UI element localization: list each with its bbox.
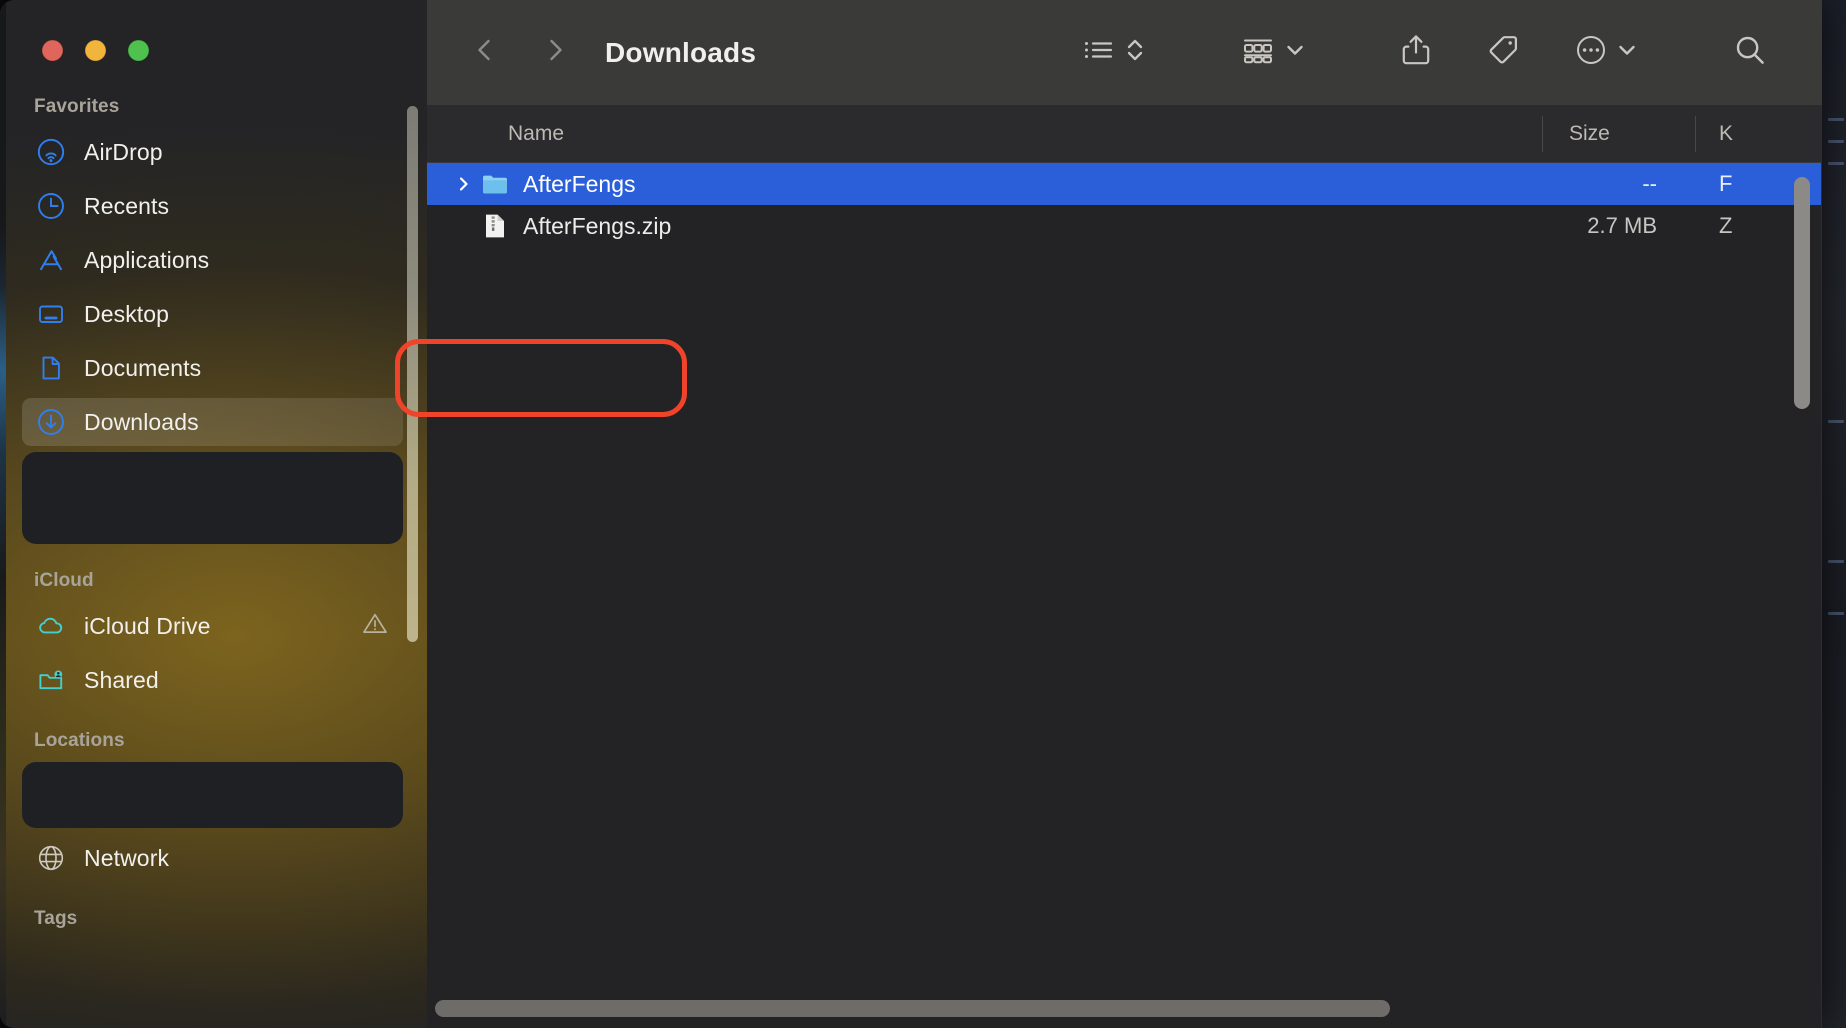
chevron-up-down-icon xyxy=(1124,34,1146,71)
annotation-highlight xyxy=(395,339,687,417)
sidebar: Favorites AirDrop xyxy=(0,0,427,1028)
window-controls[interactable] xyxy=(42,40,149,61)
file-kind: F xyxy=(1719,171,1732,197)
chevron-right-icon xyxy=(540,35,570,70)
sidebar-item-label: iCloud Drive xyxy=(84,613,210,640)
airdrop-icon xyxy=(36,137,66,167)
more-options-button[interactable] xyxy=(1560,25,1652,81)
clock-icon xyxy=(36,191,66,221)
sidebar-item-label: Downloads xyxy=(84,409,199,436)
sidebar-item-label: Shared xyxy=(84,667,159,694)
screen: Favorites AirDrop xyxy=(0,0,1846,1028)
zip-file-icon xyxy=(481,213,509,239)
minimize-button[interactable] xyxy=(85,40,106,61)
sidebar-item-label: Recents xyxy=(84,193,169,220)
share-button[interactable] xyxy=(1386,25,1446,81)
finder-window: Favorites AirDrop xyxy=(0,0,1822,1028)
sidebar-item-downloads[interactable]: Downloads xyxy=(22,398,403,446)
sidebar-item-label: Network xyxy=(84,845,169,872)
sidebar-item-desktop[interactable]: Desktop xyxy=(22,290,403,338)
chevron-down-icon xyxy=(1284,39,1306,66)
sidebar-section-tags-header: Tags xyxy=(0,908,427,930)
view-mode-button[interactable] xyxy=(1068,25,1160,81)
sidebar-placeholder-item[interactable] xyxy=(22,452,403,544)
table-row[interactable]: AfterFengs.zip 2.7 MB Z xyxy=(427,205,1822,247)
tag-button[interactable] xyxy=(1472,25,1534,81)
sidebar-placeholder-item[interactable] xyxy=(22,762,403,828)
back-button[interactable] xyxy=(461,29,509,77)
folder-icon xyxy=(481,173,509,195)
horizontal-scrollbar-thumb[interactable] xyxy=(435,1000,1390,1017)
sidebar-scroll-area: Favorites AirDrop xyxy=(0,96,427,1028)
share-icon xyxy=(1400,33,1432,72)
shared-folder-icon xyxy=(36,665,66,695)
warning-triangle-icon xyxy=(361,610,389,643)
close-button[interactable] xyxy=(42,40,63,61)
list-view-icon xyxy=(1082,35,1116,70)
column-header-name[interactable]: Name xyxy=(508,122,564,146)
column-header-size[interactable]: Size xyxy=(1569,122,1610,146)
sidebar-item-recents[interactable]: Recents xyxy=(22,182,403,230)
document-icon xyxy=(36,353,66,383)
sidebar-section-icloud-header: iCloud xyxy=(0,570,427,592)
applications-icon xyxy=(36,245,66,275)
desktop-background xyxy=(1822,0,1846,1028)
file-name: AfterFengs.zip xyxy=(523,213,671,240)
sidebar-item-airdrop[interactable]: AirDrop xyxy=(22,128,403,176)
sidebar-item-label: AirDrop xyxy=(84,139,163,166)
forward-button[interactable] xyxy=(531,29,579,77)
file-size: 2.7 MB xyxy=(1457,213,1657,239)
column-header-kind[interactable]: K xyxy=(1719,122,1733,146)
disclosure-chevron-icon[interactable] xyxy=(455,175,473,193)
sidebar-item-label: Documents xyxy=(84,355,201,382)
sidebar-section-favorites-header: Favorites xyxy=(0,96,427,118)
column-headers: Name Size K xyxy=(427,105,1822,163)
group-by-button[interactable] xyxy=(1226,25,1320,81)
desktop-icon xyxy=(36,299,66,329)
toolbar-actions xyxy=(1068,25,1822,81)
horizontal-scrollbar[interactable] xyxy=(427,990,1822,1028)
cloud-icon xyxy=(36,611,66,641)
file-name: AfterFengs xyxy=(523,171,636,198)
table-row[interactable]: AfterFengs -- F xyxy=(427,163,1822,205)
file-list: AfterFengs -- F xyxy=(427,163,1822,1028)
vertical-scrollbar-thumb[interactable] xyxy=(1794,177,1810,409)
maximize-button[interactable] xyxy=(128,40,149,61)
search-icon xyxy=(1732,32,1768,73)
chevron-left-icon xyxy=(470,35,500,70)
file-kind: Z xyxy=(1719,213,1732,239)
sidebar-item-network[interactable]: Network xyxy=(22,834,403,882)
sidebar-item-applications[interactable]: Applications xyxy=(22,236,403,284)
toolbar: Downloads xyxy=(427,0,1822,105)
page-title: Downloads xyxy=(605,37,756,69)
download-icon xyxy=(36,407,66,437)
tag-icon xyxy=(1486,33,1520,72)
sidebar-item-label: Desktop xyxy=(84,301,169,328)
file-size: -- xyxy=(1457,171,1657,197)
chevron-down-icon xyxy=(1616,39,1638,66)
sidebar-item-documents[interactable]: Documents xyxy=(22,344,403,392)
sidebar-scrollbar-thumb[interactable] xyxy=(407,106,418,642)
search-button[interactable] xyxy=(1718,25,1782,81)
sidebar-item-shared[interactable]: Shared xyxy=(22,656,403,704)
globe-icon xyxy=(36,843,66,873)
sidebar-section-locations-header: Locations xyxy=(0,730,427,752)
main-panel: Downloads xyxy=(427,0,1822,1028)
sidebar-item-icloud-drive[interactable]: iCloud Drive xyxy=(22,602,403,650)
panel-edge xyxy=(1821,105,1822,1028)
ellipsis-circle-icon xyxy=(1574,33,1608,72)
sidebar-item-label: Applications xyxy=(84,247,209,274)
group-by-icon xyxy=(1240,34,1276,71)
